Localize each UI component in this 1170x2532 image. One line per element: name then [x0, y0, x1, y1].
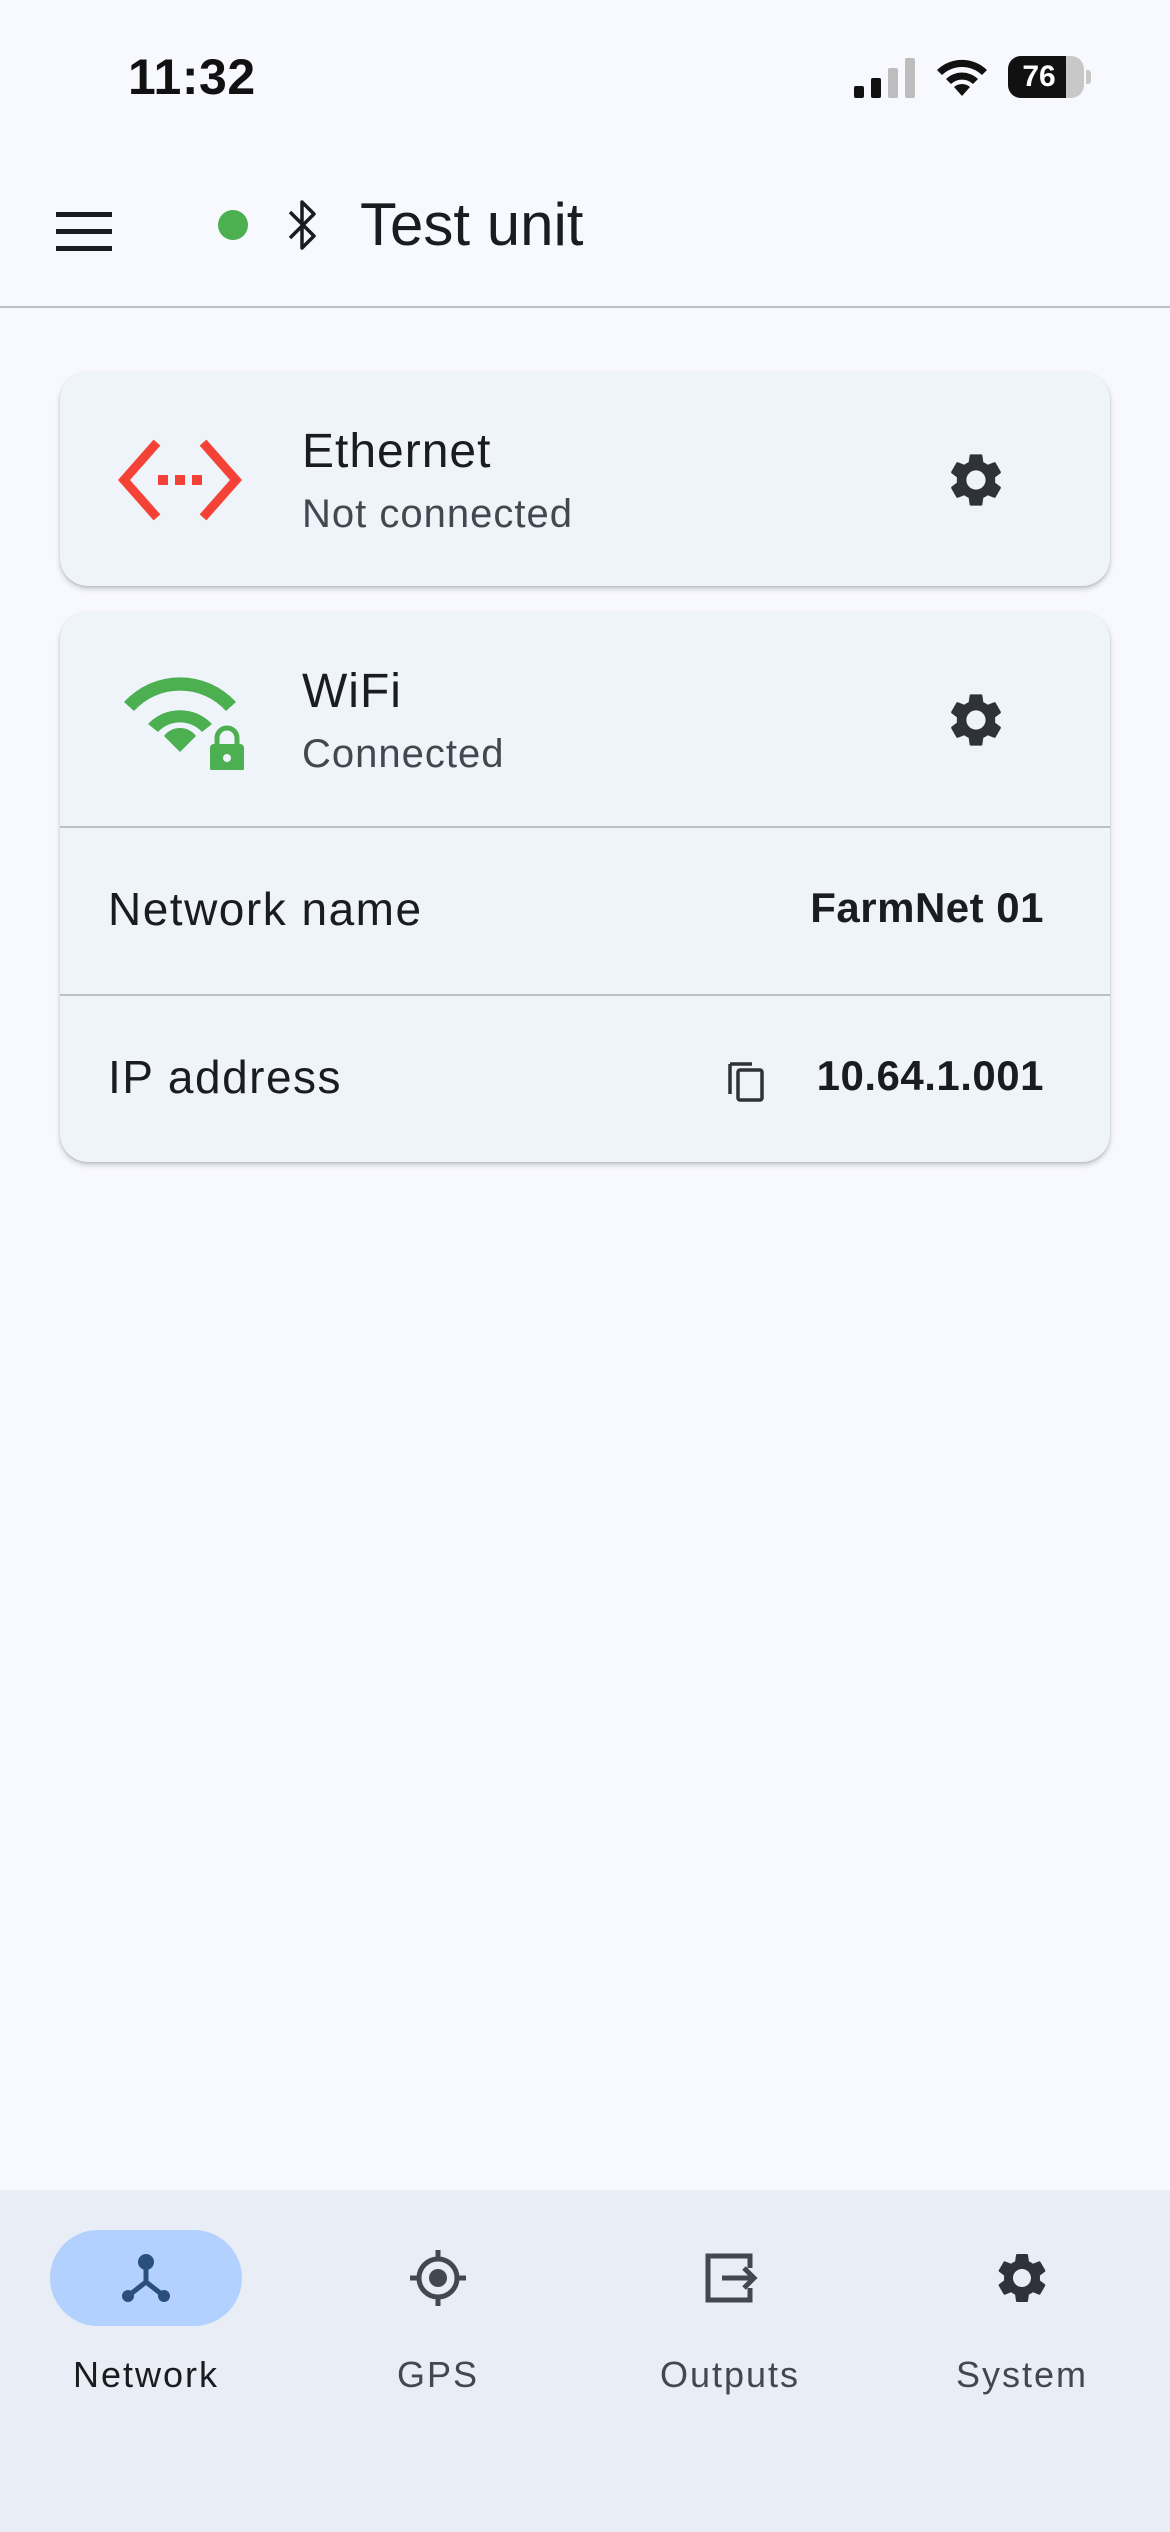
ethernet-title: Ethernet [302, 425, 492, 478]
nav-item-network[interactable]: Network [0, 2230, 292, 2410]
gear-icon [951, 694, 1001, 746]
bottom-navigation: Network GPS Outputs System [0, 2190, 1170, 2532]
network-name-label: Network name [108, 883, 423, 935]
ip-address-value: 10.64.1.001 [816, 1052, 1044, 1099]
battery-level: 76 [1022, 60, 1056, 93]
device-title: Test unit [360, 191, 584, 258]
ethernet-card-header: Ethernet Not connected [60, 372, 1110, 586]
wifi-settings-button[interactable] [926, 670, 1026, 770]
bluetooth-icon [288, 200, 316, 250]
status-time: 11:32 [128, 49, 256, 105]
wifi-lock-icon [124, 677, 244, 770]
ethernet-settings-button[interactable] [926, 430, 1026, 530]
nav-label-outputs: Outputs [659, 2354, 801, 2395]
wifi-card: WiFi Connected Network name FarmNet 01 I… [60, 612, 1110, 1162]
wifi-card-header: WiFi Connected [60, 612, 1110, 826]
wifi-status: Connected [302, 732, 505, 776]
menu-button[interactable] [36, 184, 132, 280]
nav-item-outputs[interactable]: Outputs [584, 2230, 876, 2410]
ip-address-label: IP address [108, 1051, 343, 1103]
ip-address-row: IP address 10.64.1.001 [60, 994, 1110, 1162]
outputs-icon [705, 2253, 758, 2303]
network-icon [122, 2254, 170, 2302]
network-name-value: FarmNet 01 [810, 884, 1044, 931]
cellular-signal-icon [854, 58, 915, 98]
nav-item-system[interactable]: System [876, 2230, 1168, 2410]
nav-label-gps: GPS [396, 2354, 480, 2395]
nav-label-system: System [955, 2354, 1089, 2395]
connection-status-dot [218, 210, 248, 240]
nav-label-network: Network [72, 2354, 220, 2395]
nav-item-gps[interactable]: GPS [292, 2230, 584, 2410]
gear-icon [951, 454, 1001, 506]
gps-icon [410, 2250, 466, 2306]
copy-icon [728, 1062, 764, 1102]
status-bar: 11:32 76 [0, 0, 1170, 150]
settings-icon [998, 2254, 1046, 2302]
network-name-row: Network name FarmNet 01 [60, 826, 1110, 994]
copy-ip-button[interactable] [718, 1052, 774, 1108]
battery-indicator: 76 [1008, 56, 1091, 98]
ethernet-card: Ethernet Not connected [60, 372, 1110, 586]
top-app-bar: Test unit [0, 150, 1170, 308]
app-screen: 11:32 76 Test unit Ethernet Not connecte… [0, 0, 1170, 2532]
menu-icon [56, 212, 112, 251]
wifi-title: WiFi [302, 665, 402, 718]
ethernet-status: Not connected [302, 492, 573, 536]
ethernet-icon [117, 439, 243, 521]
wifi-status-icon [937, 59, 987, 96]
